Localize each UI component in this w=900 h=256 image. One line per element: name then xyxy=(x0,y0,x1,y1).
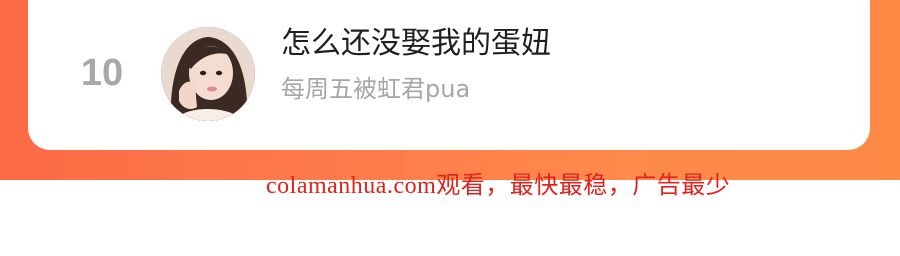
avatar[interactable] xyxy=(161,27,255,121)
comic-author: 每周五被虹君pua xyxy=(281,75,471,103)
screen: 10 怎么还没娶我的蛋妞 每周五被虹君pua colamanhua.com观看，… xyxy=(0,0,900,256)
comic-title[interactable]: 怎么还没娶我的蛋妞 xyxy=(281,24,551,64)
ranking-card: 10 怎么还没娶我的蛋妞 每周五被虹君pua xyxy=(28,0,870,150)
site-watermark-text: colamanhua.com观看，最快最稳，广告最少 xyxy=(266,173,731,199)
rank-number: 10 xyxy=(80,52,124,94)
avatar-portrait-icon xyxy=(161,27,255,121)
